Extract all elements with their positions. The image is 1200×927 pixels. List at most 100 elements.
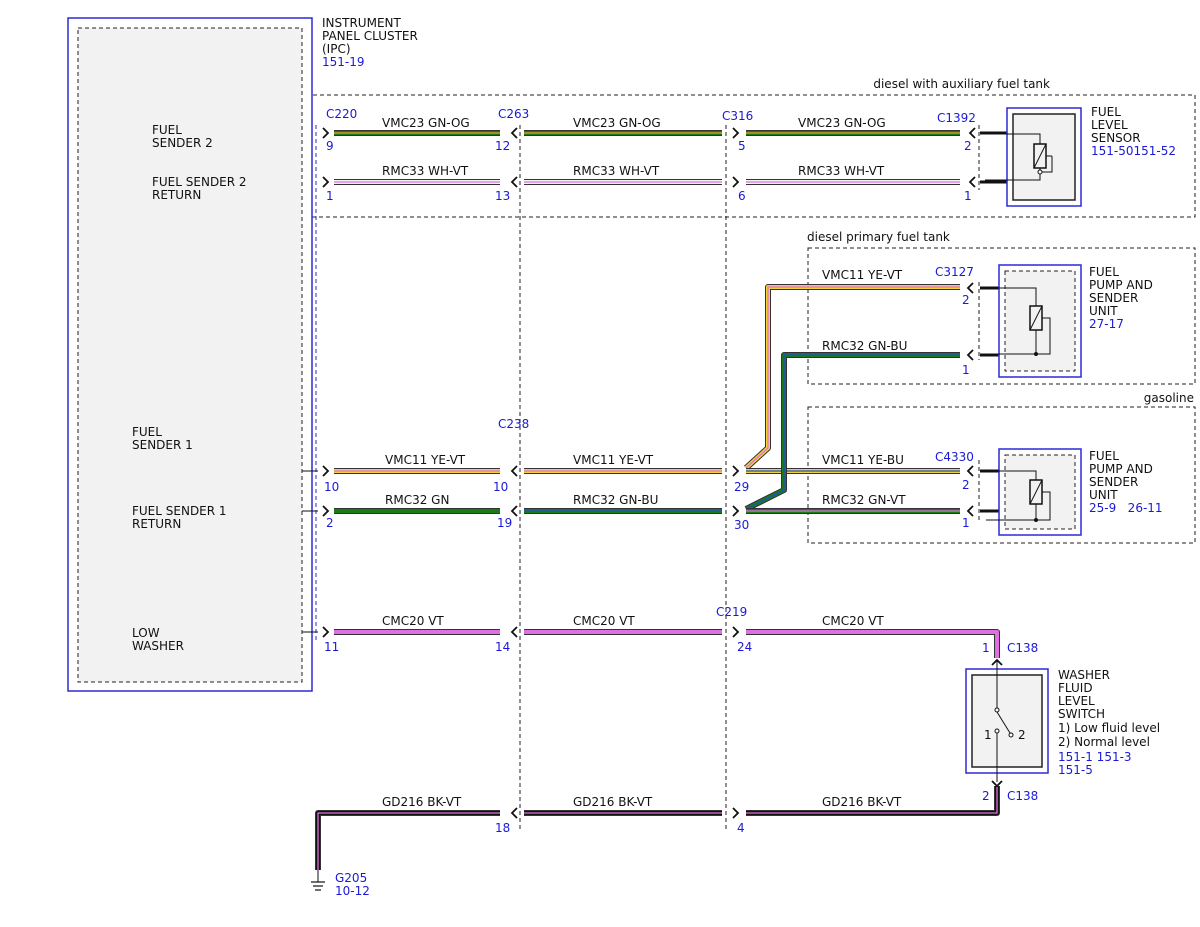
arrow-c220-1 <box>322 176 330 188</box>
pin-c3127-2: 2 <box>962 293 970 307</box>
pin-c138-1: 1 <box>982 641 990 655</box>
washer-switch-ref-2: 151-5 <box>1058 763 1093 777</box>
washer-switch-l4: SWITCH <box>1058 707 1105 721</box>
fuel-level-sensor <box>985 107 1082 207</box>
wire-rmc32-primary <box>744 352 960 512</box>
arrow-c220-10 <box>322 465 330 477</box>
arrow-c263-14 <box>510 626 518 638</box>
ipc-pin-sender1-return-l1: FUEL SENDER 1 <box>132 504 227 518</box>
wire-label-vmc11-2: VMC11 YE-VT <box>573 453 654 467</box>
pin-c220-11: 11 <box>324 640 339 654</box>
arrow-c220-2 <box>322 505 330 517</box>
pump-gasoline-l2: PUMP AND <box>1089 462 1153 476</box>
wire-label-vmc23-1: VMC23 GN-OG <box>382 116 470 130</box>
wire-label-rmc32-2: RMC32 GN-BU <box>573 493 658 507</box>
wire-label-rmc33-2: RMC33 WH-VT <box>573 164 660 178</box>
fuel-level-sensor-ref: 151-50151-52 <box>1091 144 1176 158</box>
connector-c4330: C4330 <box>935 450 974 464</box>
ipc-title-line-3: (IPC) <box>322 42 351 56</box>
washer-switch-pin1: 1 <box>984 728 992 742</box>
washer-switch-l6: 2) Normal level <box>1058 735 1150 749</box>
arrow-c263-18 <box>510 807 518 819</box>
pin-c138-2: 2 <box>982 789 990 803</box>
region-label-primary: diesel primary fuel tank <box>807 230 950 244</box>
arrow-c3127-1 <box>966 349 974 361</box>
arrow-c263-12 <box>510 127 518 139</box>
pin-c1392-1: 1 <box>964 189 972 203</box>
wire-label-rmc33-3: RMC33 WH-VT <box>798 164 885 178</box>
arrow-c1392-2 <box>968 127 976 139</box>
region-label-gasoline: gasoline <box>1144 391 1194 405</box>
pin-c238-10: 10 <box>493 480 508 494</box>
pin-c219-4: 4 <box>737 821 745 835</box>
pin-c4330-2: 2 <box>962 478 970 492</box>
arrow-c219-24 <box>732 626 740 638</box>
connector-c238: C238 <box>498 417 529 431</box>
pin-c263-18: 18 <box>495 821 510 835</box>
wire-label-rmc32-gasoline: RMC32 GN-VT <box>822 493 906 507</box>
washer-switch-l2: FLUID <box>1058 681 1093 695</box>
pin-c263-12: 12 <box>495 139 510 153</box>
ipc-module <box>67 17 313 692</box>
pin-c4330-1: 1 <box>962 516 970 530</box>
pin-c316-29: 29 <box>734 480 749 494</box>
pump-primary-l1: FUEL <box>1089 265 1119 279</box>
pin-c263-14: 14 <box>495 640 510 654</box>
wire-label-cmc20-2: CMC20 VT <box>573 614 635 628</box>
washer-fluid-level-switch <box>965 660 1049 782</box>
wire-label-rmc32-1: RMC32 GN <box>385 493 449 507</box>
arrow-c220-9 <box>322 127 330 139</box>
washer-switch-l1: WASHER <box>1058 668 1110 682</box>
ipc-title-line-2: PANEL CLUSTER <box>322 29 418 43</box>
connector-c219: C219 <box>716 605 747 619</box>
arrow-c316-6 <box>732 176 740 188</box>
arrow-c4330-2 <box>966 465 974 477</box>
fuel-pump-gasoline <box>986 448 1082 536</box>
arrow-c238-19 <box>510 505 518 517</box>
wire-label-cmc20-3: CMC20 VT <box>822 614 884 628</box>
fuel-pump-primary <box>986 264 1082 378</box>
washer-switch-l5: 1) Low fluid level <box>1058 721 1160 735</box>
arrow-c263-13 <box>510 176 518 188</box>
arrow-c1392-1 <box>968 176 976 188</box>
wire-label-vmc11-primary: VMC11 YE-VT <box>822 268 903 282</box>
arrow-c316-29 <box>732 465 740 477</box>
wire-label-vmc11-1: VMC11 YE-VT <box>385 453 466 467</box>
ipc-pin-low-washer-l2: WASHER <box>132 639 184 653</box>
wire-label-cmc20-1: CMC20 VT <box>382 614 444 628</box>
arrow-c219-4 <box>732 807 740 819</box>
arrow-c4330-1 <box>966 505 974 517</box>
pump-primary-l4: UNIT <box>1089 304 1118 318</box>
region-label-aux: diesel with auxiliary fuel tank <box>873 77 1050 91</box>
ground-icon <box>311 870 325 891</box>
washer-switch-pin2: 2 <box>1018 728 1026 742</box>
connector-c220: C220 <box>326 107 357 121</box>
pin-c238-19: 19 <box>497 516 512 530</box>
wire-label-vmc23-2: VMC23 GN-OG <box>573 116 661 130</box>
wire-label-vmc11-gasoline: VMC11 YE-BU <box>822 453 904 467</box>
washer-switch-ref-1: 151-1 151-3 <box>1058 750 1132 764</box>
wire-label-vmc23-3: VMC23 GN-OG <box>798 116 886 130</box>
pin-c220-1: 1 <box>326 189 334 203</box>
ipc-pin-sender2-l1: FUEL <box>152 123 182 137</box>
pump-gasoline-ref: 25-9 26-11 <box>1089 501 1163 515</box>
pump-gasoline-l4: UNIT <box>1089 488 1118 502</box>
wire-gd216-seg1 <box>315 810 500 870</box>
fuel-level-sensor-l3: SENSOR <box>1091 131 1141 145</box>
ipc-title-line-1: INSTRUMENT <box>322 16 401 30</box>
wiring-diagram: diesel with auxiliary fuel tank diesel p… <box>67 16 1196 898</box>
connector-c3127: C3127 <box>935 265 974 279</box>
connector-c316: C316 <box>722 109 753 123</box>
fuel-level-sensor-l1: FUEL <box>1091 105 1121 119</box>
pin-c316-30: 30 <box>734 518 749 532</box>
ipc-pin-low-washer-l1: LOW <box>132 626 160 640</box>
pump-gasoline-l3: SENDER <box>1089 475 1138 489</box>
fuel-level-sensor-l2: LEVEL <box>1091 118 1128 132</box>
wire-label-gd216-2: GD216 BK-VT <box>573 795 653 809</box>
wire-label-rmc32-primary: RMC32 GN-BU <box>822 339 907 353</box>
connector-c263: C263 <box>498 107 529 121</box>
pump-primary-ref: 27-17 <box>1089 317 1124 331</box>
pump-gasoline-l1: FUEL <box>1089 449 1119 463</box>
pin-c220-9: 9 <box>326 139 334 153</box>
pin-c316-5: 5 <box>738 139 746 153</box>
